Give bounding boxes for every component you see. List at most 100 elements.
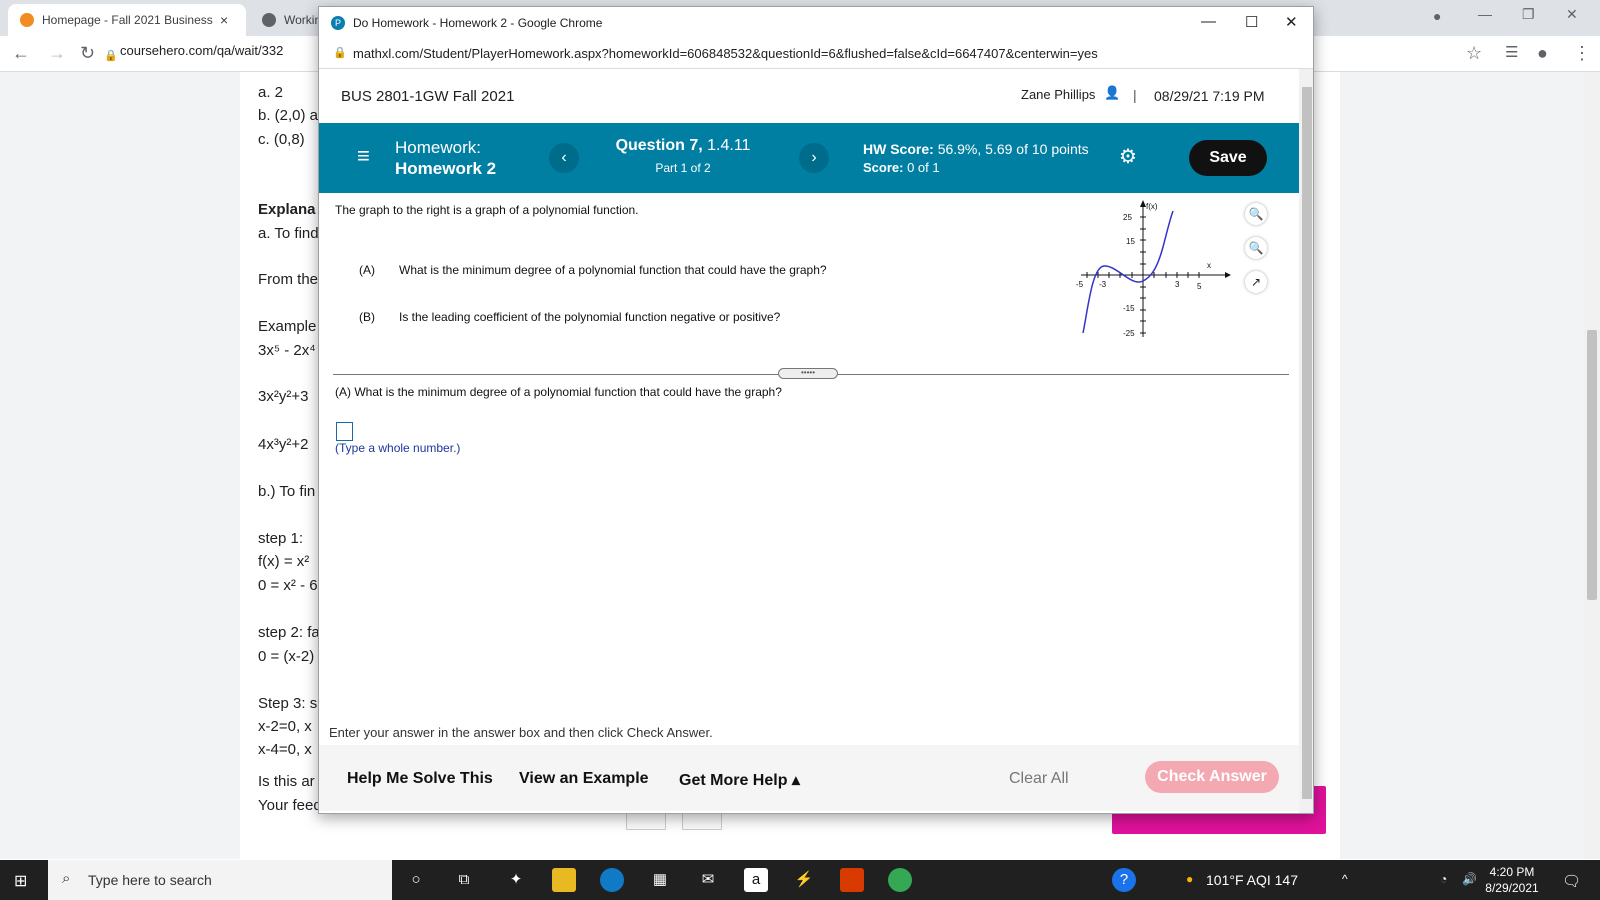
background-text-line: 0 = (x-2) <box>258 648 315 665</box>
polynomial-curve <box>1082 210 1174 334</box>
popup-title-bar: P Do Homework - Homework 2 - Google Chro… <box>319 7 1313 39</box>
forward-icon[interactable]: → <box>48 44 66 62</box>
x-tick-label: 3 <box>1175 280 1180 289</box>
globe-favicon-icon <box>262 13 276 27</box>
close-window-icon[interactable]: ✕ <box>1566 6 1578 23</box>
question-b-label: (B) <box>359 310 375 324</box>
amazon-icon[interactable]: a <box>744 868 768 892</box>
reading-list-icon[interactable]: ☰ <box>1505 44 1518 62</box>
open-graph-window-icon[interactable]: ↗ <box>1245 271 1267 293</box>
search-icon: ⌕ <box>62 870 71 887</box>
popup-maximize-icon[interactable]: ☐ <box>1245 13 1258 31</box>
question-a-label: (A) <box>359 263 375 277</box>
help-icon[interactable]: ? <box>1112 868 1136 892</box>
x-axis-label: x <box>1207 261 1211 270</box>
clear-all-button[interactable]: Clear All <box>1009 770 1069 788</box>
popup-url-text[interactable]: mathxl.com/Student/PlayerHomework.aspx?h… <box>353 46 1098 61</box>
background-scroll-thumb[interactable] <box>1587 330 1597 600</box>
popup-window-title: Do Homework - Homework 2 - Google Chrome <box>353 16 603 30</box>
tab-close-icon[interactable]: × <box>220 12 228 28</box>
clock-date: 8/29/2021 <box>1485 881 1539 895</box>
coursehero-favicon-icon <box>20 13 34 27</box>
view-example-button[interactable]: View an Example <box>519 770 649 788</box>
tray-chevron-icon[interactable]: ^ <box>1342 872 1348 886</box>
question-part: Part 1 of 2 <box>655 161 711 175</box>
course-title: BUS 2801-1GW Fall 2021 <box>341 88 515 105</box>
popup-lock-icon: 🔒 <box>333 47 347 59</box>
cortana-icon[interactable]: ○ <box>404 868 428 892</box>
weather-text[interactable]: 101°F AQI 147 <box>1206 872 1298 888</box>
background-text-line: x-4=0, x <box>258 741 312 758</box>
network-icon[interactable]: ◔ <box>1440 872 1447 886</box>
previous-question-button[interactable]: ‹ <box>549 143 579 173</box>
back-icon[interactable]: ← <box>12 44 30 62</box>
office-icon[interactable] <box>840 868 864 892</box>
minimize-icon[interactable]: — <box>1478 6 1492 22</box>
file-explorer-icon[interactable] <box>552 868 576 892</box>
course-header: BUS 2801-1GW Fall 2021 Zane Phillips 👤 |… <box>319 69 1299 123</box>
more-menu-icon[interactable]: ⋮ <box>1573 44 1591 62</box>
user-name: Zane Phillips <box>1021 87 1096 102</box>
date-time: 08/29/21 7:19 PM <box>1154 88 1265 104</box>
taskbar-search[interactable]: ⌕ Type here to search <box>48 860 392 900</box>
store-icon[interactable]: ▦ <box>648 868 672 892</box>
windows-start-icon[interactable]: ⊞ <box>14 871 27 891</box>
taskbar-clock[interactable]: 4:20 PM 8/29/2021 <box>1482 864 1542 896</box>
bookmark-star-icon[interactable]: ☆ <box>1466 44 1482 62</box>
popup-scroll-thumb[interactable] <box>1302 87 1312 799</box>
tab-working-label: Workin <box>284 13 322 27</box>
tab-homepage[interactable]: Homepage - Fall 2021 Business C × <box>8 4 246 36</box>
mail-icon[interactable]: ✉ <box>696 868 720 892</box>
homework-label-line2: Homework 2 <box>395 159 497 178</box>
zoom-in-icon[interactable]: 🔍 <box>1245 203 1267 225</box>
y-axis-label: f(x) <box>1146 202 1158 211</box>
y-tick-label: 25 <box>1123 213 1132 222</box>
app-bolt-icon[interactable]: ⚡ <box>792 868 816 892</box>
edge-icon[interactable] <box>600 868 624 892</box>
popup-minimize-icon[interactable]: — <box>1201 13 1216 30</box>
instructions-text: Enter your answer in the answer box and … <box>329 725 713 740</box>
question-title: Question 7, 1.4.11 <box>601 137 765 155</box>
task-view-icon[interactable]: ⧉ <box>452 868 476 892</box>
background-text-line: step 2: fa <box>258 624 320 641</box>
chrome-icon[interactable] <box>888 868 912 892</box>
notification-icon[interactable]: 🗨 <box>1562 872 1581 890</box>
background-text-line: b. (2,0) a <box>258 107 319 124</box>
save-button[interactable]: Save <box>1189 140 1267 176</box>
profile-dropdown-icon[interactable]: ● <box>1433 8 1441 24</box>
homework-popup-window: P Do Homework - Homework 2 - Google Chro… <box>318 6 1314 814</box>
zoom-out-icon[interactable]: 🔍 <box>1245 237 1267 259</box>
hamburger-menu-icon[interactable]: ≡ <box>357 145 370 167</box>
account-icon[interactable]: ● <box>1537 44 1548 62</box>
background-text-line: f(x) = x² <box>258 553 310 570</box>
background-text-line: step 1: <box>258 530 304 547</box>
background-text-line: 0 = x² - 6 <box>258 577 318 594</box>
popup-address-bar[interactable]: 🔒 mathxl.com/Student/PlayerHomework.aspx… <box>319 39 1313 69</box>
reload-icon[interactable]: ↻ <box>80 44 95 62</box>
restore-icon[interactable]: ❐ <box>1522 6 1535 23</box>
get-more-help-button[interactable]: Get More Help ▴ <box>679 770 800 790</box>
popup-close-icon[interactable]: ✕ <box>1285 13 1298 31</box>
tab-working[interactable]: Workin <box>250 4 322 36</box>
settings-gear-icon[interactable]: ⚙ <box>1119 146 1137 168</box>
background-url-text[interactable]: coursehero.com/qa/wait/332 <box>120 43 283 58</box>
volume-icon[interactable]: 🔊 <box>1462 872 1477 886</box>
background-text-line: a. To find <box>258 225 319 242</box>
check-answer-button[interactable]: Check Answer <box>1145 761 1279 793</box>
help-me-solve-button[interactable]: Help Me Solve This <box>347 770 493 788</box>
x-tick-label: -5 <box>1076 280 1084 289</box>
background-text-line: 4x³y²+2 <box>258 436 309 453</box>
background-text-line: c. (0,8) <box>258 131 305 148</box>
background-text-line: x-2=0, x <box>258 718 312 735</box>
clock-time: 4:20 PM <box>1489 865 1535 879</box>
dropbox-icon[interactable]: ✦ <box>504 868 528 892</box>
next-question-button[interactable]: › <box>799 143 829 173</box>
homework-name: Homework: Homework 2 <box>395 137 496 179</box>
resize-handle[interactable]: ••••• <box>778 368 838 379</box>
answer-input[interactable] <box>336 422 353 441</box>
question-intro: The graph to the right is a graph of a p… <box>335 203 639 217</box>
question-b-text: Is the leading coefficient of the polyno… <box>399 310 781 324</box>
y-tick-label: -15 <box>1123 304 1135 313</box>
mathxl-favicon-icon: P <box>331 16 345 30</box>
background-text-line: Is this ar <box>258 773 315 790</box>
